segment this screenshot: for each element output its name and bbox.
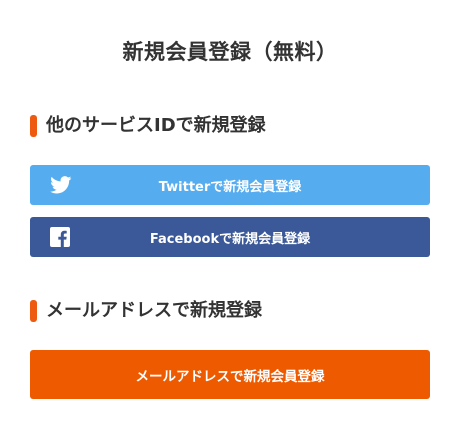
section-heading-email: メールアドレスで新規登録 xyxy=(30,297,262,325)
section-heading-service-id: 他のサービスIDで新規登録 xyxy=(30,112,266,140)
section-accent-bar xyxy=(30,300,37,322)
section-heading-text: 他のサービスIDで新規登録 xyxy=(46,115,266,136)
section-accent-bar xyxy=(30,115,37,137)
facebook-f-icon xyxy=(50,227,70,247)
facebook-signup-label: Facebookで新規会員登録 xyxy=(149,231,311,247)
twitter-signup-button[interactable]: Twitterで新規会員登録 xyxy=(30,165,430,205)
section-heading-text: メールアドレスで新規登録 xyxy=(46,300,262,321)
email-signup-button[interactable]: メールアドレスで新規会員登録 xyxy=(30,350,430,399)
facebook-signup-button[interactable]: Facebookで新規会員登録 xyxy=(30,217,430,257)
email-signup-label: メールアドレスで新規会員登録 xyxy=(135,368,325,385)
twitter-signup-label: Twitterで新規会員登録 xyxy=(158,179,302,195)
page-title: 新規会員登録（無料） xyxy=(122,40,338,64)
twitter-bird-icon xyxy=(50,176,72,194)
